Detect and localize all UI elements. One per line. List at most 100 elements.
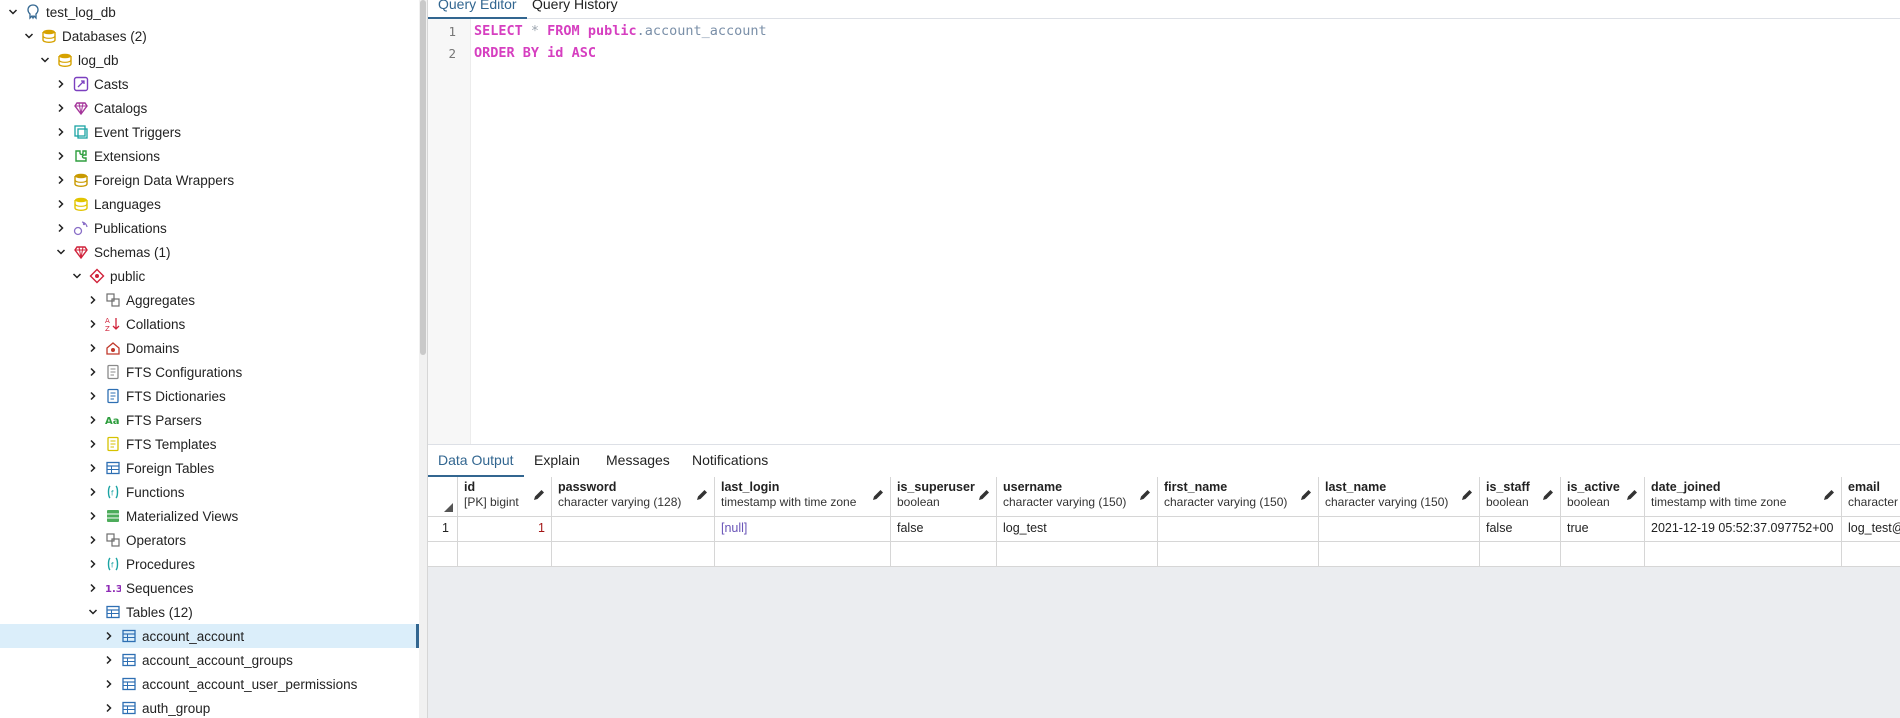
- tree-item-fts-parsers[interactable]: Aa FTS Parsers: [0, 408, 419, 432]
- chevron-down-icon[interactable]: [84, 600, 102, 624]
- cell-last-name[interactable]: [1319, 516, 1480, 541]
- tab-query-history[interactable]: Query History: [522, 0, 628, 17]
- column-header-date-joined[interactable]: date_joined timestamp with time zone: [1645, 477, 1842, 516]
- tree-item-fts-templates[interactable]: FTS Templates: [0, 432, 419, 456]
- column-header-password[interactable]: password character varying (128): [552, 477, 715, 516]
- tree-item-extensions[interactable]: Extensions: [0, 144, 419, 168]
- chevron-right-icon[interactable]: [84, 408, 102, 432]
- tab-messages[interactable]: Messages: [596, 445, 680, 475]
- edit-pencil-icon[interactable]: [1461, 489, 1473, 501]
- chevron-right-icon[interactable]: [84, 552, 102, 576]
- tab-explain[interactable]: Explain: [524, 445, 590, 475]
- tree-scrollbar[interactable]: [419, 0, 427, 718]
- empty-cell[interactable]: [1158, 541, 1319, 566]
- chevron-right-icon[interactable]: [84, 384, 102, 408]
- empty-cell[interactable]: [1561, 541, 1645, 566]
- chevron-right-icon[interactable]: [84, 480, 102, 504]
- tree-item-publications[interactable]: Publications: [0, 216, 419, 240]
- chevron-right-icon[interactable]: [84, 312, 102, 336]
- tree-item-public[interactable]: public: [0, 264, 419, 288]
- tree-item-event-triggers[interactable]: Event Triggers: [0, 120, 419, 144]
- tree-item-sequences[interactable]: 1.3 Sequences: [0, 576, 419, 600]
- cell-username[interactable]: log_test: [997, 516, 1158, 541]
- tree-item-foreign-tables[interactable]: Foreign Tables: [0, 456, 419, 480]
- tree-item-operators[interactable]: Operators: [0, 528, 419, 552]
- column-header-username[interactable]: username character varying (150): [997, 477, 1158, 516]
- tab-query-editor[interactable]: Query Editor: [428, 0, 527, 19]
- chevron-right-icon[interactable]: [84, 528, 102, 552]
- query-line-1[interactable]: SELECT * FROM public.account_account: [474, 23, 767, 39]
- cell-is-staff[interactable]: false: [1480, 516, 1561, 541]
- tree-item-account-account-groups[interactable]: account_account_groups: [0, 648, 419, 672]
- cell-email[interactable]: log_test@e: [1842, 516, 1900, 541]
- tree-item-fts-configurations[interactable]: FTS Configurations: [0, 360, 419, 384]
- tree-scrollbar-thumb[interactable]: [420, 0, 426, 355]
- chevron-down-icon[interactable]: [68, 264, 86, 288]
- column-header-last-login[interactable]: last_login timestamp with time zone: [715, 477, 891, 516]
- query-line-2[interactable]: ORDER BY id ASC: [474, 45, 596, 61]
- tree-item-schemas-1[interactable]: Schemas (1): [0, 240, 419, 264]
- column-header-is-staff[interactable]: is_staff boolean: [1480, 477, 1561, 516]
- empty-cell[interactable]: [1645, 541, 1842, 566]
- empty-cell[interactable]: [997, 541, 1158, 566]
- chevron-right-icon[interactable]: [84, 360, 102, 384]
- tree-item-tables-12[interactable]: Tables (12): [0, 600, 419, 624]
- row-number[interactable]: 1: [428, 516, 458, 541]
- empty-cell[interactable]: [715, 541, 891, 566]
- column-header-is-active[interactable]: is_active boolean: [1561, 477, 1645, 516]
- column-header-last-name[interactable]: last_name character varying (150): [1319, 477, 1480, 516]
- chevron-right-icon[interactable]: [84, 456, 102, 480]
- column-header-id[interactable]: id [PK] bigint: [458, 477, 552, 516]
- tree-item-aggregates[interactable]: Aggregates: [0, 288, 419, 312]
- tree-item-log-db[interactable]: log_db: [0, 48, 419, 72]
- select-all-corner[interactable]: [428, 477, 458, 516]
- chevron-right-icon[interactable]: [84, 504, 102, 528]
- tree-item-languages[interactable]: Languages: [0, 192, 419, 216]
- chevron-right-icon[interactable]: [84, 432, 102, 456]
- empty-cell[interactable]: [458, 541, 552, 566]
- edit-pencil-icon[interactable]: [533, 489, 545, 501]
- chevron-right-icon[interactable]: [52, 120, 70, 144]
- edit-pencil-icon[interactable]: [696, 489, 708, 501]
- tree-item-procedures[interactable]: f Procedures: [0, 552, 419, 576]
- chevron-right-icon[interactable]: [52, 192, 70, 216]
- tab-data-output[interactable]: Data Output: [428, 445, 524, 477]
- tree-item-collations[interactable]: A Z Collations: [0, 312, 419, 336]
- chevron-right-icon[interactable]: [84, 336, 102, 360]
- edit-pencil-icon[interactable]: [872, 489, 884, 501]
- cell-date-joined[interactable]: 2021-12-19 05:52:37.097752+00: [1645, 516, 1842, 541]
- tree-item-auth-group[interactable]: auth_group: [0, 696, 419, 718]
- tree-item-casts[interactable]: Casts: [0, 72, 419, 96]
- tree-item-fts-dictionaries[interactable]: FTS Dictionaries: [0, 384, 419, 408]
- chevron-right-icon[interactable]: [52, 216, 70, 240]
- chevron-down-icon[interactable]: [20, 24, 38, 48]
- edit-pencil-icon[interactable]: [1823, 489, 1835, 501]
- chevron-right-icon[interactable]: [52, 96, 70, 120]
- edit-pencil-icon[interactable]: [1300, 489, 1312, 501]
- empty-cell[interactable]: [1480, 541, 1561, 566]
- chevron-right-icon[interactable]: [100, 696, 118, 718]
- tree-item-foreign-data-wrappers[interactable]: Foreign Data Wrappers: [0, 168, 419, 192]
- cell-is-active[interactable]: true: [1561, 516, 1645, 541]
- tree-item-catalogs[interactable]: Catalogs: [0, 96, 419, 120]
- edit-pencil-icon[interactable]: [978, 489, 990, 501]
- edit-pencil-icon[interactable]: [1542, 489, 1554, 501]
- tree-item-databases-2[interactable]: Databases (2): [0, 24, 419, 48]
- chevron-right-icon[interactable]: [84, 576, 102, 600]
- edit-pencil-icon[interactable]: [1626, 489, 1638, 501]
- column-header-first-name[interactable]: first_name character varying (150): [1158, 477, 1319, 516]
- tree-item-test-log-db[interactable]: test_log_db: [0, 0, 419, 24]
- tab-notifications[interactable]: Notifications: [682, 445, 778, 475]
- chevron-right-icon[interactable]: [100, 624, 118, 648]
- chevron-right-icon[interactable]: [100, 672, 118, 696]
- chevron-right-icon[interactable]: [52, 168, 70, 192]
- chevron-right-icon[interactable]: [100, 648, 118, 672]
- edit-pencil-icon[interactable]: [1139, 489, 1151, 501]
- cell-last-login[interactable]: [null]: [715, 516, 891, 541]
- column-header-is-superuser[interactable]: is_superuser boolean: [891, 477, 997, 516]
- cell-password[interactable]: [552, 516, 715, 541]
- empty-row[interactable]: [428, 541, 1900, 567]
- cell-id[interactable]: 1: [458, 516, 552, 541]
- chevron-down-icon[interactable]: [36, 48, 54, 72]
- tree-item-functions[interactable]: f Functions: [0, 480, 419, 504]
